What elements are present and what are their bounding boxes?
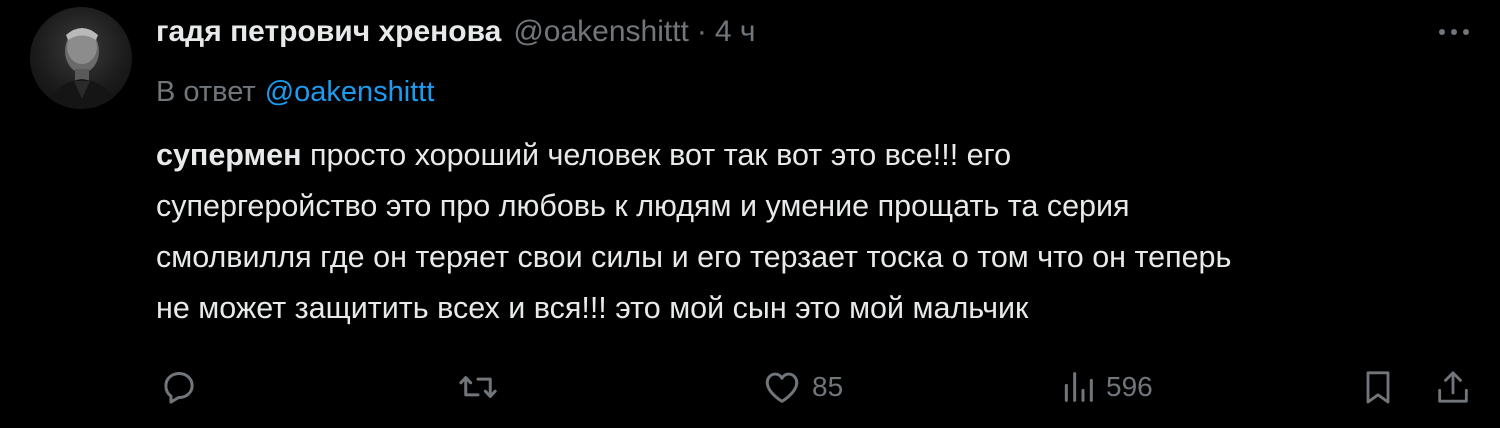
tweet-text-bold-lead: супермен: [156, 138, 302, 172]
share-button[interactable]: [1433, 360, 1473, 414]
reply-context: В ответ @oakenshittt: [156, 70, 434, 114]
share-icon: [1438, 371, 1468, 403]
like-button[interactable]: 85: [760, 360, 843, 414]
tweet-text-line-1: супермен просто хороший человек вот так …: [156, 130, 1476, 181]
tweet-text-line-2: супергеройство это про любовь к людям и …: [156, 189, 1130, 223]
timestamp[interactable]: 4 ч: [715, 15, 756, 49]
reply-prefix: В ответ: [156, 75, 256, 108]
reply-mention-link[interactable]: @oakenshittt: [265, 76, 435, 109]
bookmark-icon: [1366, 371, 1390, 404]
tweet-text-line-4: не может защитить всех и вся!!! это мой …: [156, 291, 1029, 325]
separator-dot: ·: [696, 15, 707, 48]
views-count: 596: [1106, 371, 1153, 402]
reply-icon: [164, 372, 194, 404]
views-button[interactable]: 596: [1058, 360, 1153, 414]
retweet-button[interactable]: [456, 360, 500, 414]
action-bar: 85 596: [0, 360, 1500, 414]
reply-button[interactable]: [158, 360, 200, 414]
avatar[interactable]: [30, 7, 132, 109]
retweet-icon: [459, 376, 497, 398]
more-options-button[interactable]: [1432, 18, 1476, 46]
tweet-text-line-1-rest: просто хороший человек вот так вот это в…: [301, 138, 1012, 172]
user-handle[interactable]: @oakenshittt: [513, 15, 689, 49]
tweet-text: супермен просто хороший человек вот так …: [156, 130, 1476, 334]
heart-icon: [765, 372, 799, 403]
like-count: 85: [812, 371, 844, 402]
tweet[interactable]: гадя петрович хренова @oakenshittt · 4 ч…: [0, 0, 1500, 428]
tweet-header: гадя петрович хренова @oakenshittt · 4 ч: [156, 10, 756, 54]
tweet-text-line-3: смолвилля где он теряет свои силы и его …: [156, 240, 1232, 274]
display-name[interactable]: гадя петрович хренова: [156, 15, 501, 49]
views-icon: [1064, 372, 1093, 402]
more-icon: [1439, 29, 1469, 35]
bookmark-button[interactable]: [1358, 360, 1398, 414]
